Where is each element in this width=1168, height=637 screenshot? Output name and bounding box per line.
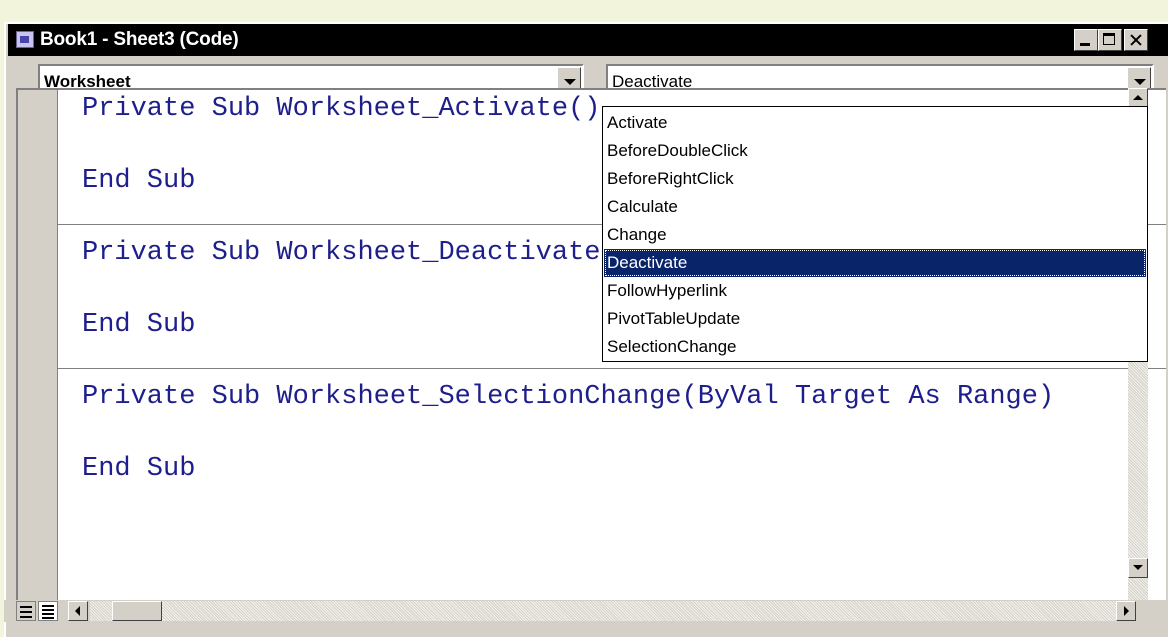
dropdown-item-followhyperlink[interactable]: FollowHyperlink xyxy=(604,277,1146,305)
dropdown-item-beforerightclick[interactable]: BeforeRightClick xyxy=(604,165,1146,193)
horizontal-scrollbar[interactable] xyxy=(90,601,1118,621)
title-bar[interactable]: Book1 - Sheet3 (Code) xyxy=(8,24,1168,56)
dropdown-item-activate[interactable]: Activate xyxy=(604,109,1146,137)
code-line[interactable]: End Sub xyxy=(82,454,195,484)
full-module-view-icon[interactable] xyxy=(38,601,58,621)
scroll-down-icon[interactable] xyxy=(1128,558,1148,578)
horizontal-scrollbar-area xyxy=(4,600,1146,622)
dropdown-item-selectionchange[interactable]: SelectionChange xyxy=(604,333,1146,361)
dropdown-item-change[interactable]: Change xyxy=(604,221,1146,249)
minimize-button[interactable] xyxy=(1074,29,1098,51)
code-line[interactable]: Private Sub Worksheet_Activate() xyxy=(82,94,600,124)
scroll-up-icon[interactable] xyxy=(1128,88,1148,108)
vba-module-icon[interactable] xyxy=(16,31,34,48)
code-line[interactable]: End Sub xyxy=(82,310,195,340)
margin-indicator-bar[interactable] xyxy=(18,90,58,600)
dropdown-item-pivottableupdate[interactable]: PivotTableUpdate xyxy=(604,305,1146,333)
dropdown-item-calculate[interactable]: Calculate xyxy=(604,193,1146,221)
code-line[interactable]: End Sub xyxy=(82,166,195,196)
dropdown-item-beforedoubleclick[interactable]: BeforeDoubleClick xyxy=(604,137,1146,165)
code-line[interactable]: Private Sub Worksheet_SelectionChange(By… xyxy=(82,382,1054,412)
close-button[interactable] xyxy=(1124,29,1148,51)
procedure-dropdown-list[interactable]: Activate BeforeDoubleClick BeforeRightCl… xyxy=(602,106,1148,362)
code-line[interactable]: Private Sub Worksheet_Deactivate() xyxy=(82,238,633,268)
maximize-button[interactable] xyxy=(1098,29,1122,51)
window-title: Book1 - Sheet3 (Code) xyxy=(40,29,239,50)
scroll-left-icon[interactable] xyxy=(68,601,88,621)
scroll-thumb[interactable] xyxy=(112,601,162,621)
procedure-separator xyxy=(58,368,1166,369)
dropdown-item-deactivate[interactable]: Deactivate xyxy=(604,249,1146,277)
scroll-right-icon[interactable] xyxy=(1116,601,1136,621)
procedure-view-icon[interactable] xyxy=(16,601,36,621)
